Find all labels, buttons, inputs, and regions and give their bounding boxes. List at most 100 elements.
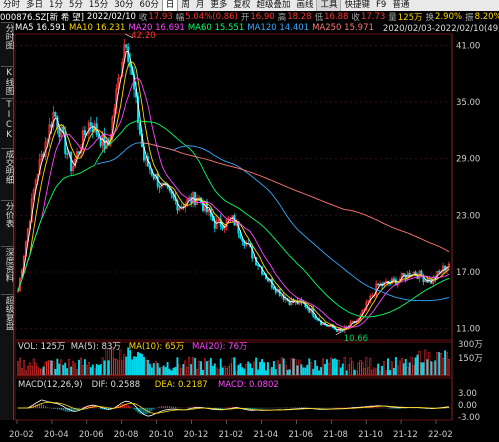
volume-bar [373,367,376,376]
volume-bar [239,363,242,376]
volume-axis-label: 150万 [458,354,483,364]
date-axis-label: 21-06 [288,430,313,440]
volume-bar [26,365,29,376]
volume-bar [123,354,126,376]
ma-line-10 [17,61,450,330]
volume-bar [113,358,116,376]
volume-bar [83,359,86,376]
volume-bar [188,356,191,376]
price-axis-label: 41.00 [456,41,480,51]
volume-bar [412,364,415,376]
volume-bar [207,360,210,376]
volume-bar [87,362,90,376]
volume-bar [152,363,155,376]
price-axis-label: 11.00 [456,325,480,335]
volume-bar [133,356,136,376]
volume-bar [390,361,393,376]
volume-bar [387,358,389,376]
volume-bar [80,357,82,376]
candle-body [314,315,317,319]
volume-bar [365,357,368,376]
volume-bar [361,361,364,376]
volume-bar [371,369,374,376]
volume-bar [105,347,108,376]
volume-bar [428,352,431,376]
volume-bar [396,365,399,376]
volume-bar [48,359,51,376]
candle-body [54,111,57,117]
volume-bar [119,349,122,376]
volume-bar [233,357,236,376]
volume-bar [22,360,25,376]
volume-bar [164,367,167,376]
volume-bar [85,364,88,376]
volume-bar [294,359,297,376]
volume-bar [241,367,244,376]
volume-bar [385,370,387,376]
volume-bar [137,352,139,376]
price-axis-label: 29.00 [456,155,480,165]
kline-chart[interactable]: 41.00 35.00 29.00 23.00 17.00 11.00 42.20 10.66… [0,0,499,442]
volume-bar [160,367,163,376]
volume-bar [231,358,234,376]
volume-bar [440,353,443,376]
volume-bar [274,369,277,376]
candle-body [78,151,80,154]
date-axis-label: 20-12 [184,430,209,440]
volume-bar [95,363,98,376]
volume-bar [30,365,33,376]
volume-bar [58,363,61,376]
date-axis-label: 21-04 [253,430,278,440]
volume-bar [341,363,344,376]
volume-bar [270,367,273,376]
date-axis-label: 20-06 [79,430,104,440]
volume-bar [148,363,151,376]
volume-bar [235,370,238,376]
volume-bar [351,361,354,376]
volume-bar [394,357,397,376]
volume-bar [355,370,358,376]
volume-bar [184,360,187,376]
volume-bar [178,364,181,376]
volume-bar [211,365,214,376]
volume-bar [392,367,395,376]
volume-bar [141,353,143,376]
volume-bar [314,360,317,376]
volume-bar [227,366,230,376]
volume-bar [139,353,141,376]
volume-bar [302,367,305,376]
high-price-annotation: 42.20 [131,31,155,41]
volume-bar [432,362,435,376]
candle-body [152,174,155,179]
volume-bar [81,365,84,376]
volume-bar [146,360,149,376]
volume-bar [312,368,315,376]
macd-label: MACD(12,26,9) [18,380,83,390]
volume-bar [215,367,218,376]
volume-bar [276,360,279,376]
volume-bar [335,359,338,376]
volume-bar [93,368,96,376]
volume-bar [255,357,258,376]
volume-bar [101,357,104,376]
volume-bar [129,350,132,376]
volume-bar [416,354,419,376]
macd-value: MACD: 0.0802 [218,380,279,390]
volume-ma10: MA(10): 65万 [129,342,184,352]
ma-line-5 [17,50,450,331]
volume-bar [50,360,53,376]
volume-bar [168,368,171,376]
volume-bar [345,370,348,376]
candle-body [58,128,61,138]
volume-bar [46,360,49,376]
volume-bar [292,358,295,376]
volume-bar [298,359,301,376]
candle-body [194,192,197,205]
volume-bar [192,357,195,376]
volume-bar [135,356,138,376]
volume-bar [261,359,263,376]
volume-bar [310,362,313,376]
volume-bar [410,356,413,376]
volume-bar [257,369,260,376]
candle-body [392,278,395,280]
